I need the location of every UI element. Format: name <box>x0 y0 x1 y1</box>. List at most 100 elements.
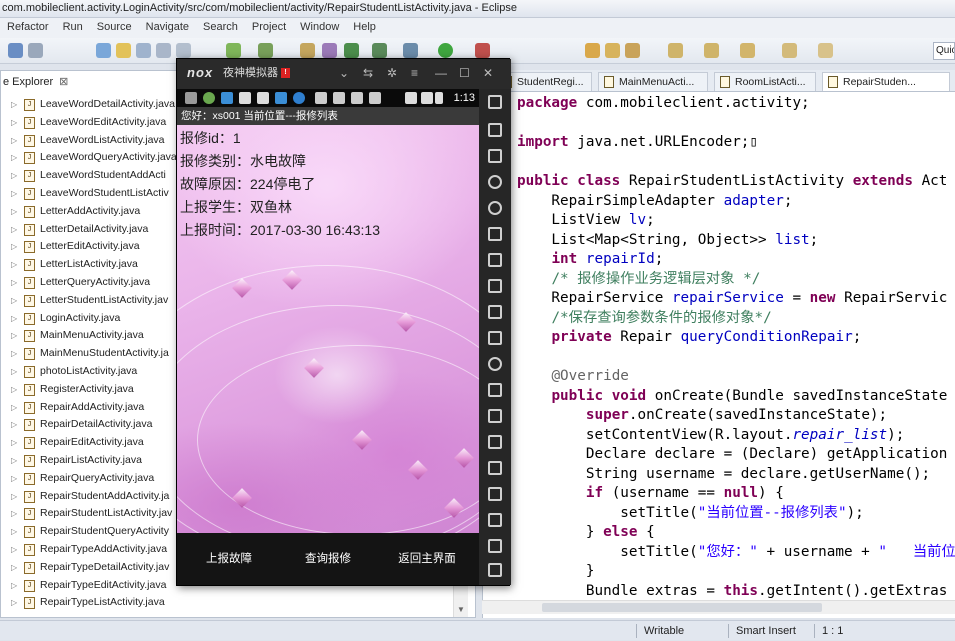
editor-tab-repair-student[interactable]: RepairStuden... <box>822 72 950 91</box>
multi-window-icon[interactable] <box>488 95 502 109</box>
query-repair-button[interactable]: 查询报修 <box>278 533 378 585</box>
forward-icon[interactable] <box>818 43 833 58</box>
expand-arrow-icon[interactable]: ▷ <box>11 167 17 185</box>
multi-instance-icon[interactable] <box>488 487 502 501</box>
scissors-icon[interactable] <box>488 175 502 189</box>
package-explorer-tab[interactable]: e Explorer ⊠ <box>1 71 68 93</box>
expand-arrow-icon[interactable]: ▷ <box>11 399 17 417</box>
code-editor[interactable]: package com.mobileclient.activity; impor… <box>482 92 955 618</box>
menu-navigate[interactable]: Navigate <box>139 18 196 37</box>
expand-arrow-icon[interactable]: ▷ <box>11 185 17 203</box>
expand-arrow-icon[interactable]: ▷ <box>11 416 17 434</box>
expand-arrow-icon[interactable]: ▷ <box>11 434 17 452</box>
apk-install-icon[interactable] <box>488 331 502 345</box>
macro-icon[interactable] <box>488 383 502 397</box>
new-java-project-icon[interactable] <box>300 43 315 58</box>
dropdown-icon[interactable]: ⌄ <box>339 59 349 87</box>
new-package-icon[interactable] <box>322 43 337 58</box>
editor-hscrollbar[interactable] <box>482 600 955 614</box>
block-select-icon[interactable] <box>156 43 171 58</box>
edit-icon[interactable] <box>625 43 640 58</box>
print-icon[interactable] <box>28 43 43 58</box>
scroll-down-icon[interactable]: ▼ <box>457 605 465 614</box>
external-tools-icon[interactable] <box>475 43 490 58</box>
android-sdk-icon[interactable] <box>226 43 241 58</box>
prev-annotation-icon[interactable] <box>704 43 719 58</box>
expand-arrow-icon[interactable]: ▷ <box>11 541 17 559</box>
expand-arrow-icon[interactable]: ▷ <box>11 594 17 612</box>
debug-icon[interactable] <box>403 43 418 58</box>
menu-search[interactable]: Search <box>196 18 245 37</box>
expand-arrow-icon[interactable]: ▷ <box>11 363 17 381</box>
menu-lines-icon[interactable] <box>488 461 502 475</box>
editor-tab-room-list[interactable]: RoomListActi... <box>714 72 816 91</box>
open-type-icon[interactable] <box>372 43 387 58</box>
scrollbar-thumb[interactable] <box>542 603 822 612</box>
expand-arrow-icon[interactable]: ▷ <box>11 452 17 470</box>
expand-arrow-icon[interactable]: ▷ <box>11 292 17 310</box>
last-edit-icon[interactable] <box>740 43 755 58</box>
keyboard-icon[interactable] <box>488 227 502 241</box>
expand-arrow-icon[interactable]: ▷ <box>11 96 17 114</box>
next-annotation-icon[interactable] <box>668 43 683 58</box>
editor-tab-main-menu[interactable]: MainMenuActi... <box>598 72 708 91</box>
volume-up-icon[interactable] <box>488 279 502 293</box>
expand-arrow-icon[interactable]: ▷ <box>11 256 17 274</box>
expand-arrow-icon[interactable]: ▷ <box>11 221 17 239</box>
run-icon[interactable] <box>438 43 453 58</box>
close-icon[interactable]: ⊠ <box>59 76 68 88</box>
menu-project[interactable]: Project <box>245 18 293 37</box>
pin-icon[interactable]: ⇆ <box>363 59 373 87</box>
loading-icon[interactable] <box>488 357 502 371</box>
expand-arrow-icon[interactable]: ▷ <box>11 559 17 577</box>
recent-apps-icon[interactable] <box>488 563 502 577</box>
volume-down-icon[interactable] <box>488 305 502 319</box>
expand-arrow-icon[interactable]: ▷ <box>11 203 17 221</box>
expand-arrow-icon[interactable]: ▷ <box>11 327 17 345</box>
expand-arrow-icon[interactable]: ▷ <box>11 274 17 292</box>
recorder-icon[interactable] <box>488 409 502 423</box>
back-icon[interactable] <box>488 513 502 527</box>
expand-arrow-icon[interactable]: ▷ <box>11 310 17 328</box>
folder-icon[interactable] <box>488 435 502 449</box>
menu-window[interactable]: Window <box>293 18 346 37</box>
toggle-mark-icon[interactable] <box>136 43 151 58</box>
location-icon[interactable] <box>488 201 502 215</box>
expand-arrow-icon[interactable]: ▷ <box>11 238 17 256</box>
save-icon[interactable] <box>8 43 23 58</box>
expand-arrow-icon[interactable]: ▷ <box>11 488 17 506</box>
robot-icon[interactable] <box>488 149 502 163</box>
settings-icon[interactable]: ✲ <box>387 59 397 87</box>
menu-help[interactable]: Help <box>346 18 383 37</box>
expand-arrow-icon[interactable]: ▷ <box>11 114 17 132</box>
maximize-icon[interactable]: ☐ <box>459 59 470 87</box>
new-class-icon[interactable] <box>344 43 359 58</box>
rotate-icon[interactable] <box>488 123 502 137</box>
back-to-main-button[interactable]: 返回主界面 <box>377 533 477 585</box>
expand-arrow-icon[interactable]: ▷ <box>11 381 17 399</box>
home-icon[interactable] <box>488 539 502 553</box>
back-icon[interactable] <box>782 43 797 58</box>
open-folder-icon[interactable] <box>585 43 600 58</box>
file-tree-item[interactable]: ▷ J RepairTypeListActivity.java <box>1 594 461 612</box>
fullscreen-icon[interactable] <box>488 253 502 267</box>
menu-source[interactable]: Source <box>90 18 139 37</box>
alert-badge[interactable]: ! <box>281 68 290 78</box>
java-source-code[interactable]: package com.mobileclient.activity; impor… <box>517 94 955 601</box>
menu-icon[interactable]: ≡ <box>411 59 418 87</box>
emulator-title-bar[interactable]: nox 夜神模拟器 ! ⌄ ⇆ ✲ ≡ — ☐ ✕ <box>177 59 511 89</box>
minimize-icon[interactable]: — <box>435 59 447 87</box>
expand-arrow-icon[interactable]: ▷ <box>11 132 17 150</box>
expand-arrow-icon[interactable]: ▷ <box>11 470 17 488</box>
whitespace-icon[interactable] <box>176 43 191 58</box>
highlight-icon[interactable] <box>116 43 131 58</box>
expand-arrow-icon[interactable]: ▷ <box>11 505 17 523</box>
checkbox-icon[interactable] <box>258 43 273 58</box>
report-repair-button[interactable]: 上报故障 <box>179 533 279 585</box>
menu-refactor[interactable]: Refactor <box>0 18 56 37</box>
close-icon[interactable]: ✕ <box>483 59 493 87</box>
pin-icon[interactable] <box>96 43 111 58</box>
expand-arrow-icon[interactable]: ▷ <box>11 523 17 541</box>
menu-run[interactable]: Run <box>56 18 90 37</box>
search-icon[interactable] <box>605 43 620 58</box>
